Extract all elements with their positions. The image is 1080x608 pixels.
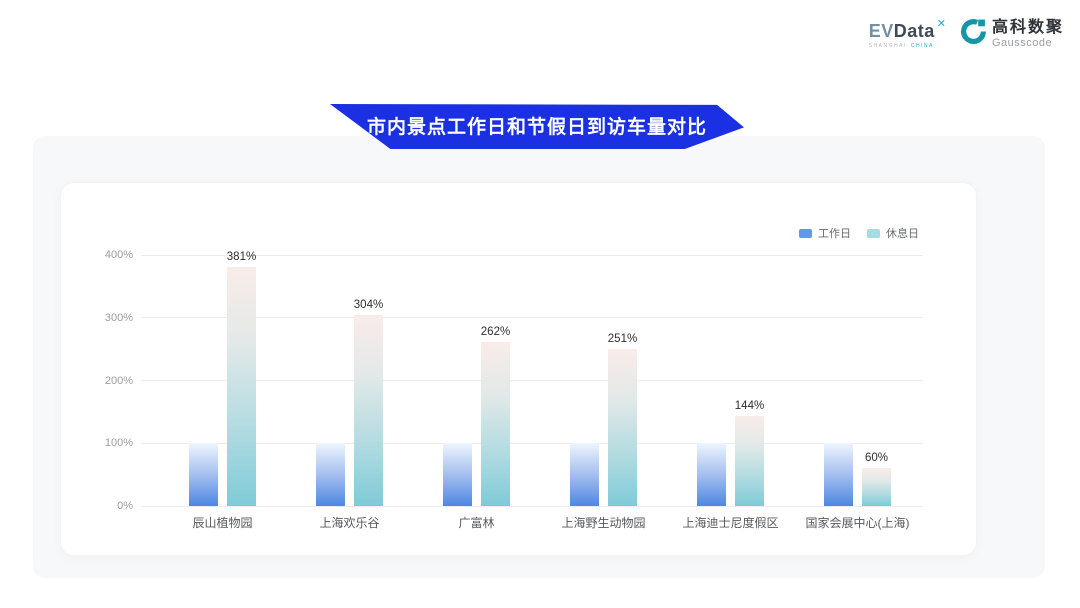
evdata-logo-data: Data: [894, 22, 935, 40]
gridline-200%: [141, 380, 923, 381]
evdata-sub-shanghai: SHANGHAI: [869, 43, 907, 49]
gausscode-mark-icon: [960, 18, 987, 50]
legend-label: 休息日: [886, 225, 919, 241]
legend-swatch-icon: [799, 229, 812, 238]
x-axis-label: 上海野生动物园: [540, 514, 667, 531]
x-axis-label: 广富林: [413, 514, 540, 531]
bar-休息日-广富林: [481, 342, 510, 506]
x-axis-label: 上海迪士尼度假区: [667, 514, 794, 531]
chart-card: 工作日休息日 0%100%200%300%400%381%辰山植物园304%上海…: [60, 182, 977, 556]
value-label: 381%: [213, 251, 271, 263]
y-axis-tick: 100%: [87, 437, 133, 449]
bar-工作日-辰山植物园: [189, 443, 218, 506]
evdata-x-icon: ✕: [937, 19, 946, 30]
evdata-logo-ev: EV: [869, 22, 894, 40]
x-axis-label: 国家会展中心(上海): [794, 514, 921, 531]
bar-工作日-上海欢乐谷: [316, 443, 345, 506]
legend-item-休息日[interactable]: 休息日: [867, 225, 919, 241]
x-axis-label: 辰山植物园: [159, 514, 286, 531]
bar-休息日-国家会展中心(上海): [862, 468, 891, 506]
value-label: 60%: [848, 452, 906, 464]
gausscode-logo: 高科数聚 Gausscode: [960, 18, 1064, 50]
gausscode-en-name: Gausscode: [992, 37, 1064, 49]
y-axis-tick: 400%: [87, 249, 133, 261]
gausscode-cn-name: 高科数聚: [992, 19, 1064, 37]
plot-area: 0%100%200%300%400%381%辰山植物园304%上海欢乐谷262%…: [141, 255, 923, 506]
bar-工作日-上海迪士尼度假区: [697, 443, 726, 506]
value-label: 262%: [467, 326, 525, 338]
page-title: 市内景点工作日和节假日到访车量对比: [367, 112, 707, 141]
y-axis-tick: 300%: [87, 312, 133, 324]
legend-item-工作日[interactable]: 工作日: [799, 225, 851, 241]
chart-legend: 工作日 休息日: [799, 225, 919, 241]
x-axis-label: 上海欢乐谷: [286, 514, 413, 531]
bar-工作日-广富林: [443, 443, 472, 506]
bar-休息日-辰山植物园: [227, 267, 256, 506]
y-axis-tick: 200%: [87, 375, 133, 387]
title-banner: 市内景点工作日和节假日到访车量对比: [330, 104, 744, 149]
legend-label: 工作日: [818, 225, 851, 241]
page: EV Data ✕ SHANGHAI CHINA 高科数聚 Gausscode: [0, 0, 1080, 608]
bar-休息日-上海迪士尼度假区: [735, 416, 764, 506]
header-logos: EV Data ✕ SHANGHAI CHINA 高科数聚 Gausscode: [869, 18, 1064, 50]
gridline-0%: [141, 506, 923, 507]
y-axis-tick: 0%: [87, 500, 133, 512]
value-label: 251%: [594, 333, 652, 345]
value-label: 304%: [340, 299, 398, 311]
evdata-sub-china: CHINA: [911, 43, 934, 49]
value-label: 144%: [721, 400, 779, 412]
bar-休息日-上海欢乐谷: [354, 315, 383, 506]
legend-swatch-icon: [867, 229, 880, 238]
gridline-100%: [141, 443, 923, 444]
bar-休息日-上海野生动物园: [608, 349, 637, 507]
bar-工作日-上海野生动物园: [570, 443, 599, 506]
content-panel: 工作日休息日 0%100%200%300%400%381%辰山植物园304%上海…: [33, 136, 1045, 578]
evdata-logo: EV Data ✕ SHANGHAI CHINA: [869, 18, 946, 49]
gridline-300%: [141, 317, 923, 318]
